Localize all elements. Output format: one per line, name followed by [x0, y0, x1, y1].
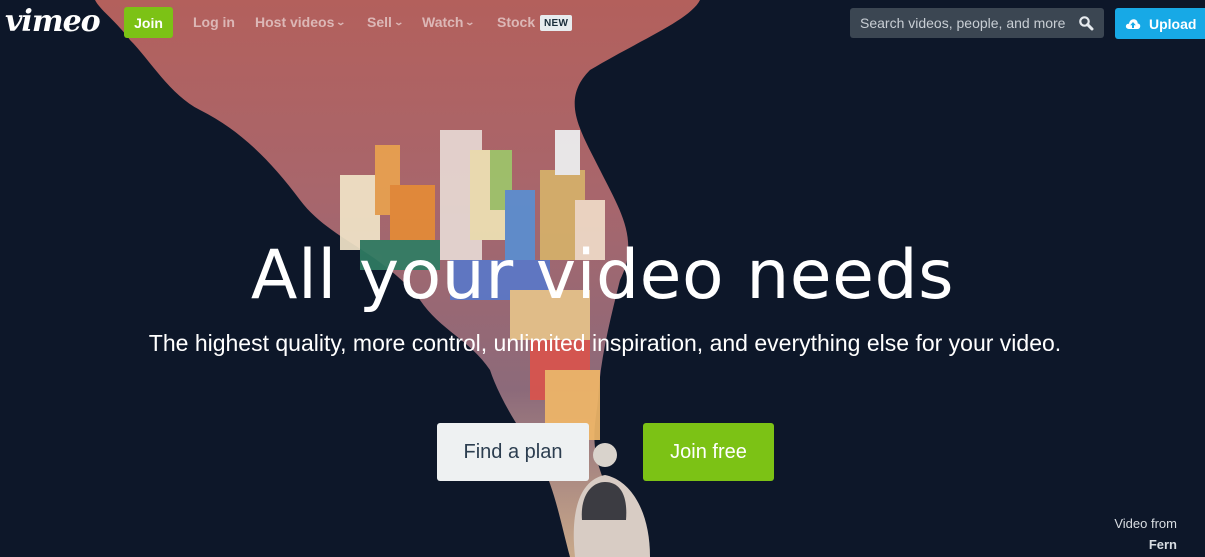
- nav-watch-label: Watch: [422, 14, 464, 30]
- nav-host-videos-label: Host videos: [255, 14, 335, 30]
- video-credit-prefix: Video from: [1114, 516, 1177, 531]
- upload-button[interactable]: Upload: [1115, 8, 1205, 39]
- hero-title: All your video needs: [250, 236, 955, 315]
- join-button[interactable]: Join: [124, 7, 173, 38]
- search-icon[interactable]: [1078, 15, 1094, 31]
- hero-subtitle: The highest quality, more control, unlim…: [148, 330, 1062, 356]
- join-free-button[interactable]: Join free: [643, 423, 774, 481]
- nav-log-in[interactable]: Log in: [193, 14, 235, 30]
- search-box[interactable]: [850, 8, 1104, 38]
- chevron-down-icon: ⌄: [393, 16, 404, 27]
- video-credit-author-link[interactable]: Fern: [1114, 534, 1177, 555]
- nav-host-videos[interactable]: Host videos ⌄: [255, 14, 347, 30]
- nav-stock-label: Stock: [497, 14, 536, 30]
- find-a-plan-button[interactable]: Find a plan: [437, 423, 589, 481]
- cloud-upload-icon: [1125, 18, 1141, 29]
- upload-label: Upload: [1149, 15, 1197, 32]
- nav-log-in-label: Log in: [193, 14, 235, 30]
- vimeo-logo[interactable]: vimeo: [5, 4, 101, 39]
- search-input[interactable]: [860, 15, 1072, 31]
- nav-watch[interactable]: Watch ⌄: [422, 14, 476, 30]
- video-credit: Video from Fern: [1114, 513, 1177, 555]
- chevron-down-icon: ⌄: [464, 16, 476, 27]
- chevron-down-icon: ⌄: [335, 16, 347, 27]
- nav-sell[interactable]: Sell ⌄: [367, 14, 404, 30]
- top-navigation: vimeo Join Log in Host videos ⌄ Sell ⌄ W…: [0, 0, 1205, 46]
- new-badge: NEW: [540, 15, 573, 31]
- nav-sell-label: Sell: [367, 14, 392, 30]
- nav-stock[interactable]: Stock: [497, 14, 535, 30]
